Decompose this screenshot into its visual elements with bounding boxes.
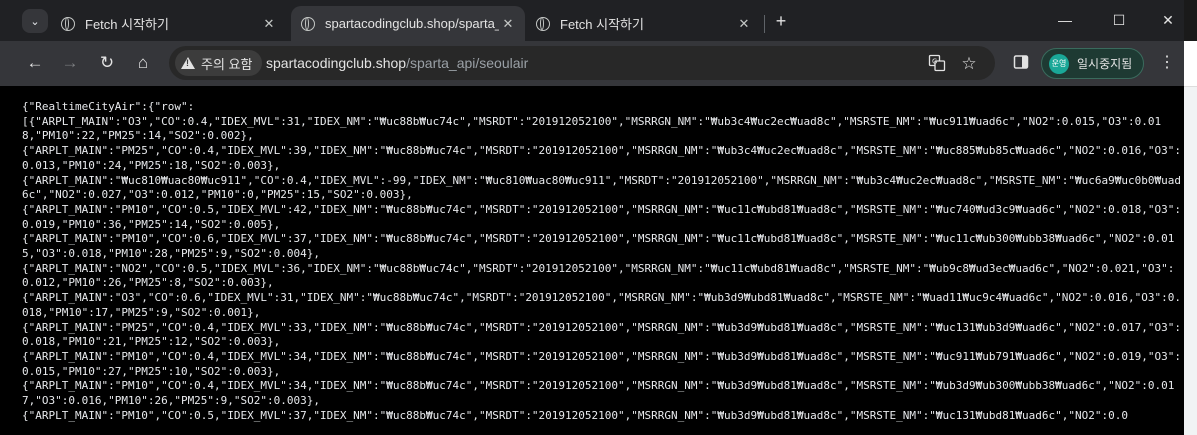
close-tab-icon[interactable]: ✕ [260, 15, 278, 33]
globe-icon [61, 16, 75, 31]
reload-button[interactable]: ↻ [96, 52, 118, 74]
avatar: 운영 [1049, 53, 1069, 74]
page-content: {"RealtimeCityAir":{"row": [{"ARPLT_MAIN… [0, 86, 1184, 435]
globe-icon [536, 16, 550, 31]
tab-fetch-1[interactable]: Fetch 시작하기 ✕ [51, 6, 286, 41]
tab-separator [764, 15, 765, 33]
profile-status: 일시중지됨 [1077, 57, 1133, 71]
browser-window: ⌄ Fetch 시작하기 ✕ spartacodingclub.shop/spa… [0, 0, 1184, 435]
url-text[interactable]: spartacodingclub.shop/sparta_api/seoulai… [266, 55, 528, 71]
profile-button[interactable]: 운영 일시중지됨 [1041, 48, 1144, 79]
globe-icon [301, 16, 315, 31]
toolbar: ← → ↻ ⌂ 주의 요함 spartacodingclub.shop/spar… [0, 41, 1184, 86]
side-panel-icon[interactable] [1011, 54, 1031, 74]
forward-button[interactable]: → [59, 52, 81, 74]
maximize-button[interactable]: ☐ [1109, 12, 1129, 30]
background-window-tabstrip [1184, 0, 1197, 41]
svg-text:G: G [932, 58, 937, 66]
tab-search-button[interactable]: ⌄ [22, 9, 48, 33]
url-path: /sparta_api/seoulair [406, 55, 529, 71]
home-button[interactable]: ⌂ [132, 52, 154, 74]
close-tab-icon[interactable]: ✕ [499, 15, 517, 33]
tab-seoulair[interactable]: spartacodingclub.shop/sparta_ ✕ [291, 6, 525, 41]
tab-title: Fetch 시작하기 [85, 17, 169, 32]
tab-title: Fetch 시작하기 [560, 17, 644, 32]
minimize-button[interactable]: — [1055, 12, 1075, 30]
new-tab-button[interactable]: + [771, 12, 791, 32]
more-menu-icon[interactable]: ⋮ [1156, 52, 1178, 74]
security-label: 주의 요함 [201, 56, 253, 72]
warning-icon [181, 57, 195, 69]
tab-strip: ⌄ Fetch 시작하기 ✕ spartacodingclub.shop/spa… [0, 0, 1184, 41]
bookmark-star-icon[interactable]: ☆ [959, 54, 979, 74]
close-tab-icon[interactable]: ✕ [735, 15, 753, 33]
back-button[interactable]: ← [24, 52, 46, 74]
background-window-edge [1184, 0, 1197, 435]
url-host: spartacodingclub.shop [266, 55, 407, 71]
security-chip[interactable]: 주의 요함 [175, 50, 263, 76]
address-bar[interactable]: 주의 요함 spartacodingclub.shop/sparta_api/s… [169, 46, 995, 80]
window-close-button[interactable]: ✕ [1158, 12, 1178, 30]
background-window-toolbar [1184, 41, 1197, 87]
tab-title: spartacodingclub.shop/sparta_ [325, 16, 499, 31]
translate-icon[interactable]: G [927, 54, 947, 74]
json-response-text: {"RealtimeCityAir":{"row": [{"ARPLT_MAIN… [22, 100, 1181, 422]
chevron-down-icon: ⌄ [30, 15, 40, 28]
tab-fetch-2[interactable]: Fetch 시작하기 ✕ [526, 6, 761, 41]
